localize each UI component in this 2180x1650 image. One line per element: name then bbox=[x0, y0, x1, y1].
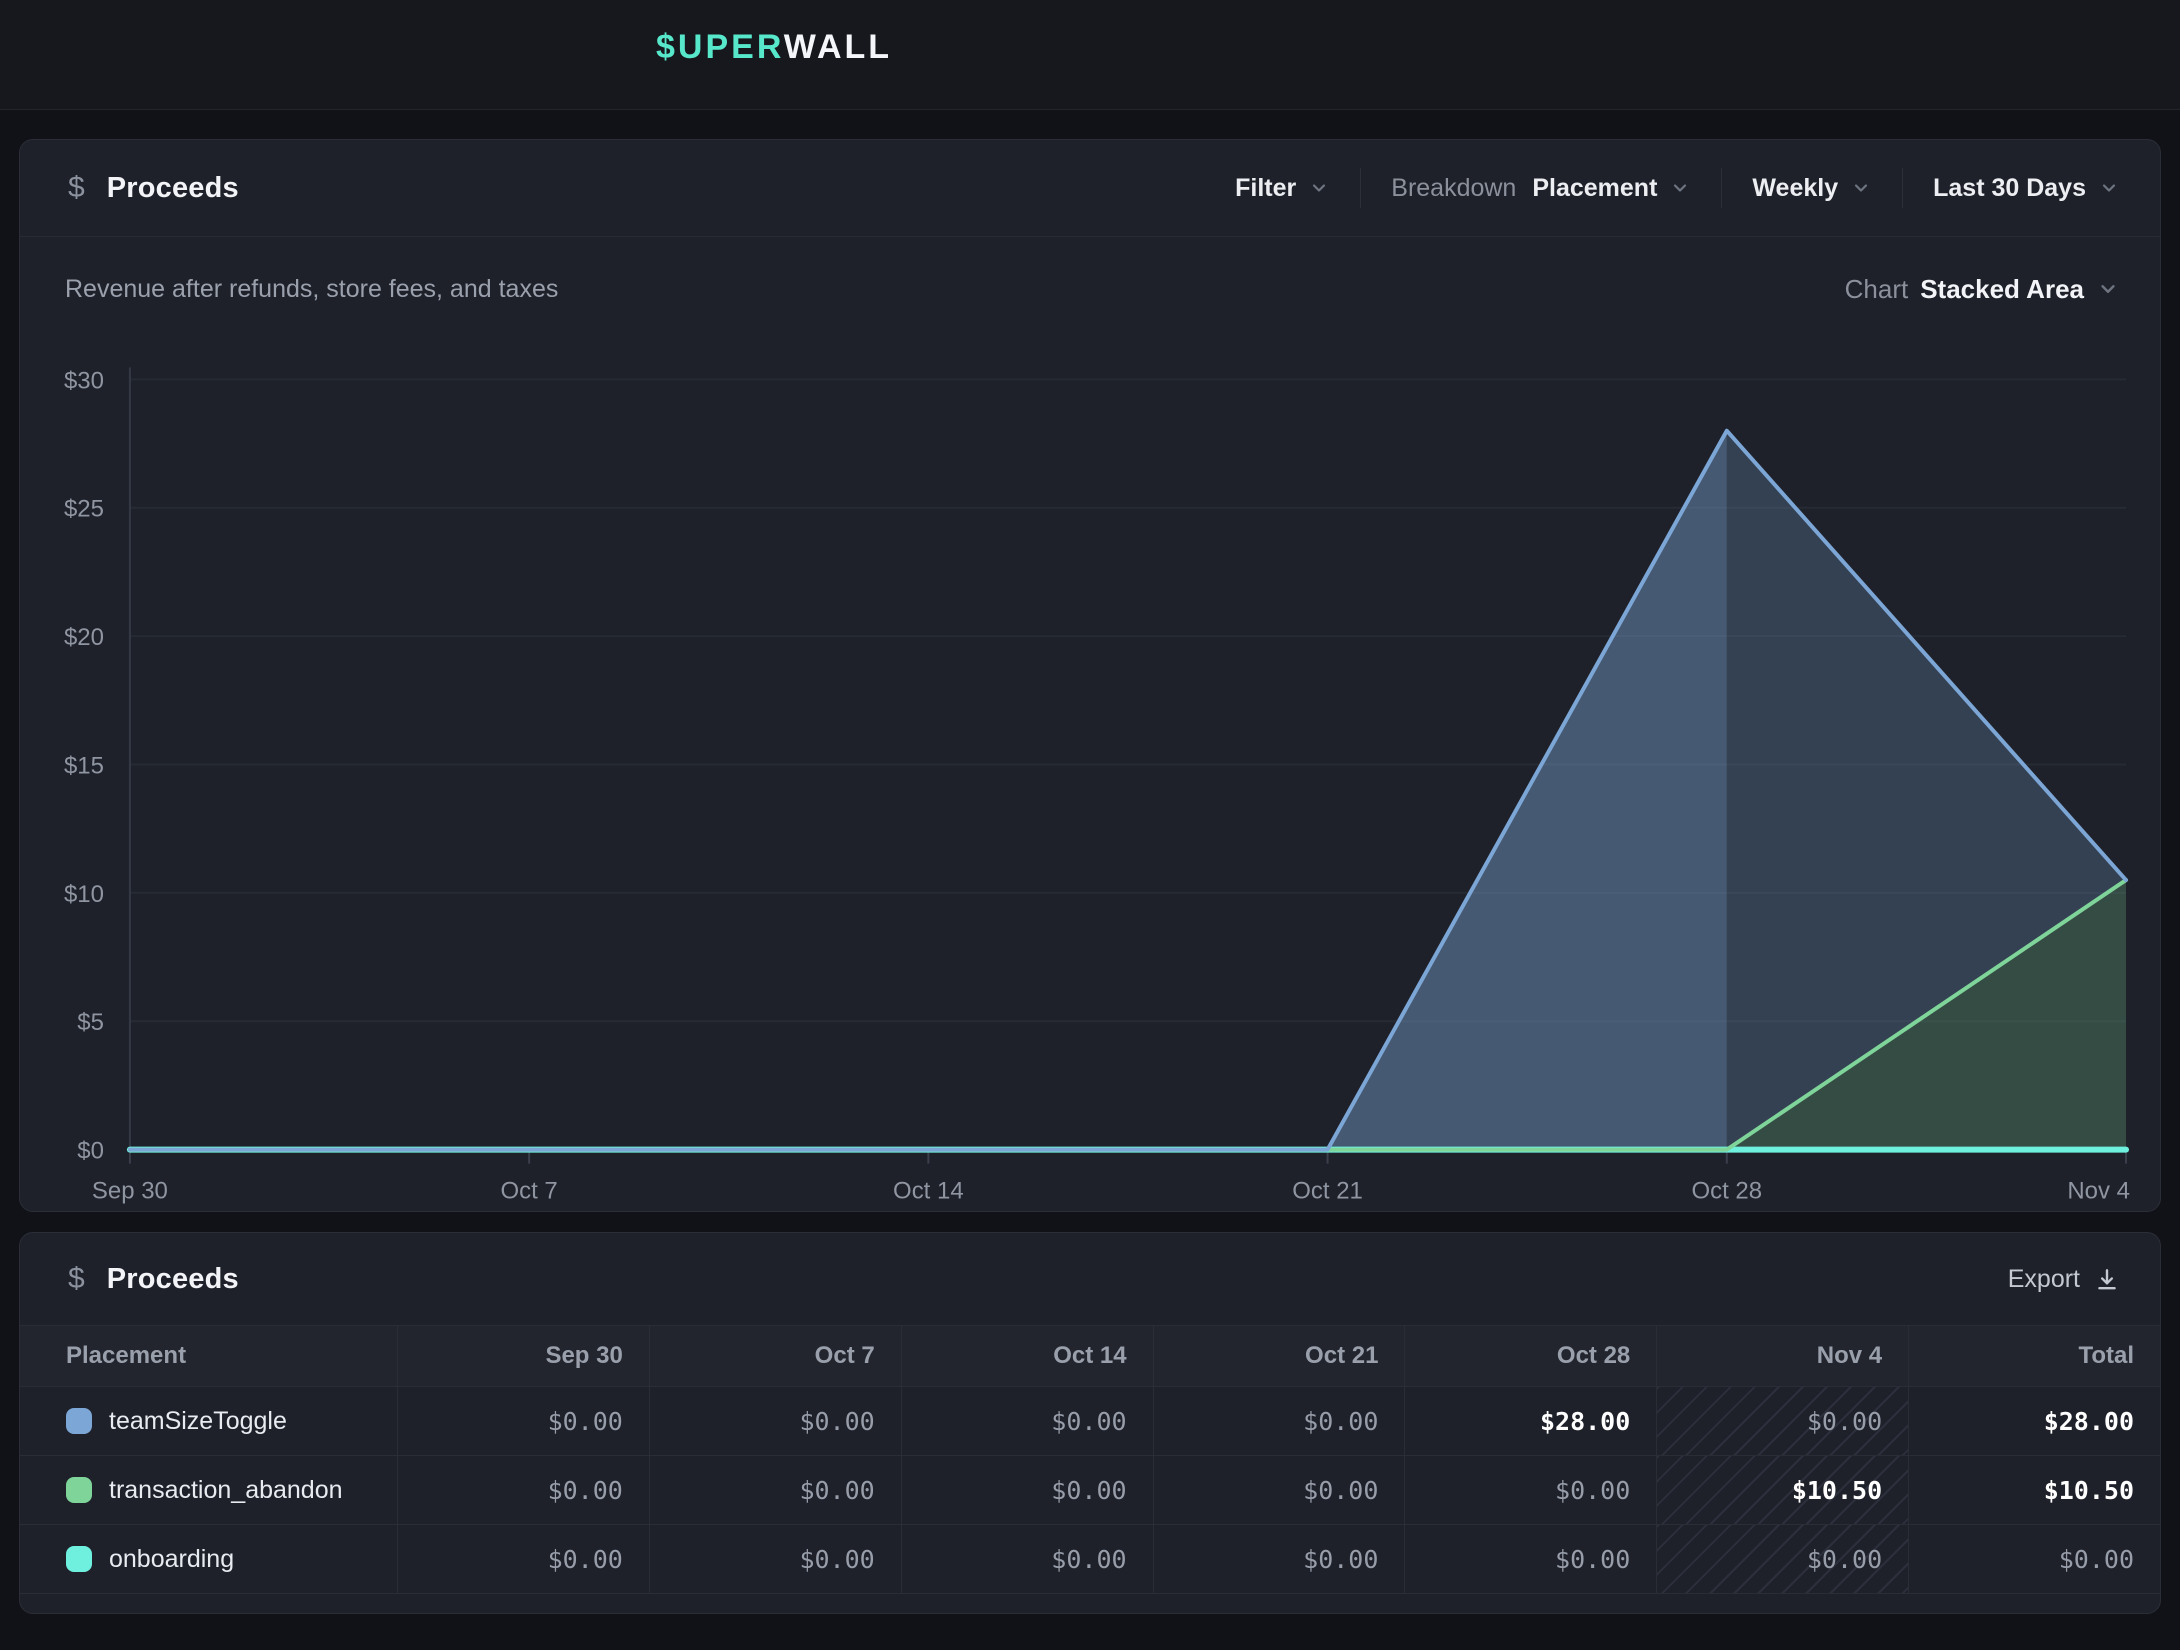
x-axis-tick-label: Sep 30 bbox=[92, 1178, 168, 1205]
total-cell: $28.00 bbox=[1908, 1387, 2160, 1456]
date-range-dropdown[interactable]: Last 30 Days bbox=[1933, 174, 2120, 203]
series-color-swatch bbox=[66, 1408, 92, 1434]
value-cell: $0.00 bbox=[649, 1387, 901, 1456]
chart-card-title: Proceeds bbox=[107, 172, 239, 205]
table-card-header: $ Proceeds Export bbox=[20, 1233, 2160, 1325]
breakdown-value: Placement bbox=[1532, 174, 1657, 203]
date-range-value: Last 30 Days bbox=[1933, 174, 2086, 203]
logo-prefix: $UPER bbox=[656, 28, 784, 66]
value-cell: $0.00 bbox=[397, 1456, 649, 1525]
y-axis-tick-label: $20 bbox=[64, 624, 104, 651]
proceeds-table: PlacementSep 30Oct 7Oct 14Oct 21Oct 28No… bbox=[20, 1325, 2160, 1594]
value-cell: $0.00 bbox=[901, 1525, 1153, 1594]
top-bar: $UPERWALL bbox=[0, 0, 2180, 110]
proceeds-table-card: $ Proceeds Export PlacementSep 30Oct 7Oc… bbox=[19, 1232, 2161, 1614]
chevron-down-icon bbox=[1850, 177, 1872, 199]
column-header: Oct 14 bbox=[901, 1325, 1153, 1387]
value-cell: $0.00 bbox=[397, 1387, 649, 1456]
dollar-icon: $ bbox=[68, 1262, 85, 1296]
proceeds-chart-card: $ Proceeds Filter Breakdown Placement We… bbox=[19, 139, 2161, 1212]
chart-type-label: Chart bbox=[1845, 274, 1909, 305]
column-header: Placement bbox=[20, 1325, 397, 1387]
value-cell: $0.00 bbox=[1656, 1387, 1908, 1456]
breakdown-dropdown[interactable]: Breakdown Placement bbox=[1391, 174, 1691, 203]
value-cell: $0.00 bbox=[1153, 1525, 1405, 1594]
chart-card-header: $ Proceeds Filter Breakdown Placement We… bbox=[20, 140, 2160, 237]
value-cell: $0.00 bbox=[1153, 1456, 1405, 1525]
value-cell: $0.00 bbox=[1153, 1387, 1405, 1456]
value-cell: $10.50 bbox=[1656, 1456, 1908, 1525]
period-value: Weekly bbox=[1752, 174, 1838, 203]
value-cell: $0.00 bbox=[901, 1456, 1153, 1525]
column-header: Total bbox=[1908, 1325, 2160, 1387]
row-label: teamSizeToggle bbox=[20, 1387, 397, 1456]
chart-canvas: $0 $5 $10 $15 $20 $25 $30 Sep 30 Oct 7 Oct 14 Oct … bbox=[48, 319, 2134, 1219]
y-axis-tick-label: $30 bbox=[64, 367, 104, 394]
dollar-icon: $ bbox=[68, 171, 85, 205]
x-axis-tick-label: Oct 21 bbox=[1292, 1178, 1363, 1205]
column-header: Oct 7 bbox=[649, 1325, 901, 1387]
value-cell: $0.00 bbox=[1404, 1456, 1656, 1525]
value-cell: $28.00 bbox=[1404, 1387, 1656, 1456]
area-fill-teamSizeToggle bbox=[130, 431, 1727, 1150]
row-label: onboarding bbox=[20, 1525, 397, 1594]
y-axis-tick-label: $0 bbox=[77, 1138, 104, 1165]
y-axis-tick-label: $25 bbox=[64, 496, 104, 523]
series-color-swatch bbox=[66, 1477, 92, 1503]
chart-type-value: Stacked Area bbox=[1920, 274, 2084, 305]
chevron-down-icon bbox=[1669, 177, 1691, 199]
x-axis-tick-label: Nov 4 bbox=[2067, 1178, 2130, 1205]
chevron-down-icon bbox=[1308, 177, 1330, 199]
chart-type-dropdown[interactable]: Chart Stacked Area bbox=[1845, 274, 2120, 305]
column-header: Nov 4 bbox=[1656, 1325, 1908, 1387]
y-axis-tick-label: $10 bbox=[64, 881, 104, 908]
y-axis-tick-label: $5 bbox=[77, 1009, 104, 1036]
value-cell: $0.00 bbox=[901, 1387, 1153, 1456]
value-cell: $0.00 bbox=[649, 1525, 901, 1594]
column-header: Sep 30 bbox=[397, 1325, 649, 1387]
value-cell: $0.00 bbox=[649, 1456, 901, 1525]
period-dropdown[interactable]: Weekly bbox=[1752, 174, 1872, 203]
divider bbox=[1902, 168, 1903, 208]
column-header: Oct 21 bbox=[1153, 1325, 1405, 1387]
chart-controls: Filter Breakdown Placement Weekly Last 3… bbox=[1235, 168, 2120, 208]
filter-label: Filter bbox=[1235, 174, 1296, 203]
logo-suffix: WALL bbox=[784, 28, 892, 66]
divider bbox=[1721, 168, 1722, 208]
value-cell: $0.00 bbox=[1656, 1525, 1908, 1594]
chevron-down-icon bbox=[2096, 277, 2120, 301]
series-color-swatch bbox=[66, 1546, 92, 1572]
x-axis-tick-label: Oct 14 bbox=[893, 1178, 964, 1205]
row-label: transaction_abandon bbox=[20, 1456, 397, 1525]
column-header: Oct 28 bbox=[1404, 1325, 1656, 1387]
value-cell: $0.00 bbox=[1404, 1525, 1656, 1594]
export-button[interactable]: Export bbox=[2008, 1265, 2120, 1294]
stacked-area-chart[interactable]: $0 $5 $10 $15 $20 $25 $30 Sep 30 Oct 7 Oct 14 Oct … bbox=[48, 319, 2134, 1219]
total-cell: $10.50 bbox=[1908, 1456, 2160, 1525]
chevron-down-icon bbox=[2098, 177, 2120, 199]
chart-subtitle: Revenue after refunds, store fees, and t… bbox=[65, 275, 558, 304]
divider bbox=[1360, 168, 1361, 208]
superwall-logo[interactable]: $UPERWALL bbox=[656, 28, 892, 67]
total-cell: $0.00 bbox=[1908, 1525, 2160, 1594]
breakdown-label: Breakdown bbox=[1391, 174, 1516, 203]
x-axis-tick-label: Oct 7 bbox=[500, 1178, 557, 1205]
x-axis-tick-label: Oct 28 bbox=[1691, 1178, 1762, 1205]
table-card-title: Proceeds bbox=[107, 1263, 239, 1296]
filter-dropdown[interactable]: Filter bbox=[1235, 174, 1330, 203]
export-label: Export bbox=[2008, 1265, 2080, 1294]
y-axis-tick-label: $15 bbox=[64, 752, 104, 779]
value-cell: $0.00 bbox=[397, 1525, 649, 1594]
download-icon bbox=[2094, 1266, 2120, 1292]
